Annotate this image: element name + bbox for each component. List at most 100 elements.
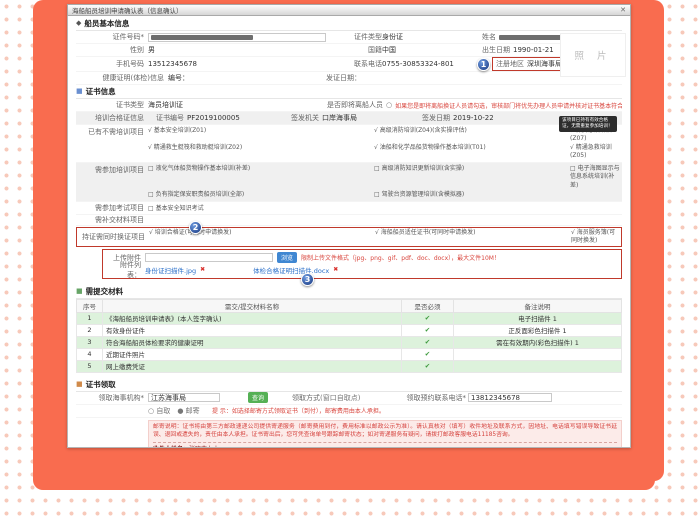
leave-label: 是否即将离船人员 bbox=[313, 100, 383, 110]
attachment-link[interactable]: 体检合格证明扫描件.docx bbox=[253, 265, 329, 275]
issue-date-label: 签发日期 bbox=[410, 113, 450, 123]
callout-step1-badge: 1 bbox=[477, 58, 490, 71]
highlight-box-renewal: 2 持证需同时换证项目 √ 培训合格证(可同时申请换发) √ 海船船员适任证书(… bbox=[76, 227, 622, 247]
training-item[interactable]: √ 油船和化学品船货物操作基本培训(T01) bbox=[374, 144, 566, 160]
row-id-number: 证件号码* 证件类型 身份证 姓名 bbox=[76, 31, 622, 44]
window-titlebar: 海船船员培训申请确认表（信息确认） ✕ bbox=[67, 4, 631, 16]
cell-name: 网上缴费凭证 bbox=[103, 360, 402, 372]
attachment-link[interactable]: 身份证扫描件.jpg bbox=[145, 265, 196, 275]
delete-attachment-icon[interactable]: ✖ bbox=[200, 266, 205, 273]
section-receive-title: 证书领取 bbox=[86, 379, 116, 390]
issue-date-value: 2019-10-22 bbox=[453, 114, 494, 122]
window-title: 海船船员培训申请确认表（信息确认） bbox=[72, 5, 183, 15]
row-pickup-radio: ○ 自取 ● 邮寄 提 示：如选择邮寄方式领取证书（到付），邮寄费用由本人承担。 bbox=[76, 405, 622, 418]
row-no-training-needed: 已有不需培训项目 √ 基本安全培训(Z01) √ 高级消防培训(Z04)(含实操… bbox=[76, 125, 622, 163]
list-icon: ■ bbox=[76, 288, 83, 295]
form-content: ◆ 船员基本信息 照 片 证件号码* 证件类型 身份证 姓名 性别 男 国籍 中… bbox=[67, 16, 631, 448]
person-icon: ◆ bbox=[76, 20, 81, 27]
cert-type-value: 海员培训证 bbox=[148, 100, 313, 110]
section-basic-header: ◆ 船员基本信息 bbox=[76, 17, 622, 31]
pickup-phone-label: 领取预约联系电话* bbox=[390, 393, 466, 403]
leave-radio[interactable]: ○ bbox=[386, 101, 392, 109]
agency-label: 领取海事机构* bbox=[76, 393, 148, 403]
cell-name: 《海船船员培训申请表》(本人签字确认) bbox=[103, 312, 402, 324]
row-mail-info: 寄送方式 邮寄说明：证书将由第三方邮政速递公司提供寄递服务（邮寄费用到付，费用标… bbox=[76, 418, 622, 448]
pickup-mode-label: 领取方式 bbox=[268, 393, 320, 403]
check-icon: ✔ bbox=[402, 348, 454, 360]
row-pickup-agency: 领取海事机构* 江苏海事局 查询 领取方式 (窗口自取点) 领取预约联系电话* … bbox=[76, 392, 622, 405]
training-checkbox[interactable]: □ 驾驶台资源管理培训(含模拟器) bbox=[374, 191, 566, 199]
leave-note: 如果您是即将离船换证人员请勾选，审核部门将优先办理人员申请并核对证书基本符合性校… bbox=[395, 101, 622, 110]
attachment-list-label: 附件列表： bbox=[107, 260, 141, 280]
exam-checkbox[interactable]: □ 基本安全知识考试 bbox=[148, 203, 204, 212]
row-training-required: 需参加培训项目 □ 液化气体船货物操作基本培训(补差) □ 高级消防知识更新培训… bbox=[76, 163, 622, 201]
query-button[interactable]: 查询 bbox=[248, 392, 268, 403]
delete-attachment-icon[interactable]: ✖ bbox=[333, 266, 338, 273]
agency-select[interactable]: 江苏海事局 bbox=[148, 393, 220, 402]
training-item[interactable]: √ 精通救生艇筏和救助艇培训(Z02) bbox=[148, 144, 370, 160]
cell-note: 电子扫描件 1 bbox=[454, 312, 622, 324]
renewal-item[interactable]: √ 海船船员适任证书(可同时申请换发) bbox=[375, 229, 567, 245]
id-number-label: 证件号码* bbox=[76, 32, 148, 42]
row-extra-materials: 需补交材料项目 bbox=[76, 215, 622, 226]
pickup-radio-group[interactable]: ○ 自取 ● 邮寄 bbox=[148, 406, 212, 416]
table-row: 2 有效身份证件 ✔ 正反面彩色扫描件 1 bbox=[77, 324, 622, 336]
recipient-address: 收件人姓名：张晓燕女士 联 系 电 话：13121212138 邮 寄 地 址：… bbox=[153, 445, 408, 448]
photo-placeholder: 照 片 bbox=[560, 33, 626, 77]
gender-value: 男 bbox=[148, 45, 326, 55]
cell-name: 近期证件照片 bbox=[103, 348, 402, 360]
col-note: 备注说明 bbox=[454, 299, 622, 312]
training-item[interactable]: √ 高级消防培训(Z04)(含实操评估) bbox=[374, 127, 566, 143]
renewal-item[interactable]: √ 海员服务簿(可同时换发) bbox=[571, 229, 621, 245]
cell-no: 4 bbox=[77, 348, 103, 360]
callout-step2-badge: 2 bbox=[189, 221, 202, 234]
table-row: 1 《海船船员培训申请表》(本人签字确认) ✔ 电子扫描件 1 bbox=[77, 312, 622, 324]
gender-label: 性别 bbox=[76, 45, 148, 55]
cell-note: 正反面彩色扫描件 1 bbox=[454, 324, 622, 336]
check-icon: ✔ bbox=[402, 312, 454, 324]
training-checkbox[interactable]: □ 液化气体船货物操作基本培训(补差) bbox=[148, 165, 370, 189]
section-receive-header: ■ 证书领取 bbox=[76, 378, 622, 392]
training-item[interactable]: √ 基本安全培训(Z01) bbox=[148, 127, 370, 143]
close-icon[interactable]: ✕ bbox=[620, 6, 626, 14]
training-checkbox[interactable]: □ 高级消防知识更新培训(含实操) bbox=[374, 165, 566, 189]
cell-name: 符合海船船员体检要求的健康证明 bbox=[103, 336, 402, 348]
upload-row: 上传附件 浏览 限制上传文件格式（jpg、png、gif、pdf、doc、doc… bbox=[107, 252, 617, 264]
renewal-item[interactable]: √ 培训合格证(可同时申请换发) bbox=[149, 229, 371, 245]
training-item[interactable]: √ 精通急救培训(Z05) bbox=[570, 144, 622, 160]
training-checkbox[interactable] bbox=[570, 191, 622, 199]
exam-label: 需参加考试项目 bbox=[76, 203, 148, 213]
id-number-input[interactable] bbox=[148, 33, 326, 42]
mail-mode-label: 寄送方式 bbox=[76, 447, 148, 448]
region-label: 注册地区 bbox=[496, 59, 524, 69]
row-health-cert: 健康证明(体检)信息 编号： 发证日期： bbox=[76, 72, 622, 85]
health-date-label: 发证日期： bbox=[326, 73, 386, 83]
section-cert-header: ■ 证书信息 bbox=[76, 85, 622, 99]
cell-note: 需在有效期内(彩色扫描件) 1 bbox=[454, 336, 622, 348]
cert-no-value: PF2019100005 bbox=[187, 114, 279, 122]
mobile-value: 13512345678 bbox=[148, 60, 326, 68]
name-label: 姓名 bbox=[470, 32, 496, 42]
issuer-value: 口岸海事局 bbox=[322, 113, 410, 123]
document-icon: ■ bbox=[76, 88, 83, 95]
row-exam-required: 需参加考试项目 □ 基本安全知识考试 bbox=[76, 202, 622, 215]
upload-format-hint: 限制上传文件格式（jpg、png、gif、pdf、doc、docx），最大文件1… bbox=[301, 253, 617, 262]
row-gender: 性别 男 国籍 中国 出生日期 1990-01-21 bbox=[76, 44, 622, 57]
col-name: 需交/提交材料名称 bbox=[103, 299, 402, 312]
browse-button[interactable]: 浏览 bbox=[277, 252, 297, 263]
check-icon: ✔ bbox=[402, 324, 454, 336]
nationality-value: 中国 bbox=[382, 45, 470, 55]
renewal-label: 持证需同时换证项目 bbox=[77, 232, 149, 242]
upload-file-input[interactable] bbox=[145, 253, 273, 262]
col-required: 是否必须 bbox=[402, 299, 454, 312]
id-type-label: 证件类型 bbox=[326, 32, 382, 42]
cell-note bbox=[454, 360, 622, 372]
check-icon: ✔ bbox=[402, 360, 454, 372]
training-checkbox[interactable]: □ 负有指定保安职责船员培训(全部) bbox=[148, 191, 370, 199]
region-value: 深圳海事局 bbox=[527, 59, 562, 69]
mail-notice-box: 邮寄说明：证书将由第三方邮政速递公司提供寄递服务（邮寄费用到付，费用标准以邮政公… bbox=[148, 420, 622, 448]
row-phone: 手机号码 13512345678 联系电话 0755-30853324-801 … bbox=[76, 57, 622, 72]
recipient-name-label: 收件人姓名： bbox=[153, 446, 189, 448]
training-checkbox[interactable]: □ 电子海图显示与信息系统培训(补差) bbox=[570, 165, 622, 189]
pickup-phone-input[interactable]: 13812345678 bbox=[468, 393, 552, 402]
